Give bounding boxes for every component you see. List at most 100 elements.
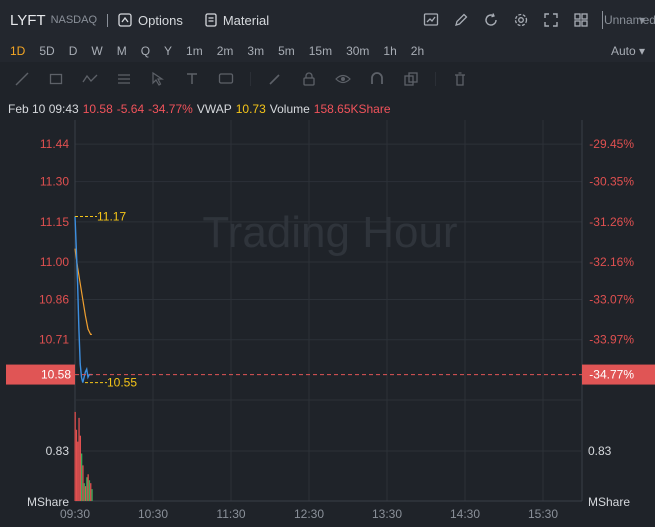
lock-icon[interactable] — [299, 69, 319, 89]
volume-bar — [75, 429, 78, 501]
x-tick-label: 14:30 — [450, 507, 480, 521]
interval-q[interactable]: Q — [141, 44, 150, 58]
y-tick-label: 11.15 — [40, 215, 69, 229]
y-tick-label: 11.30 — [40, 175, 69, 189]
header-toolbar: Unnamed ▾ — [422, 11, 655, 29]
toolbar-divider — [250, 72, 251, 86]
pattern-tool-icon[interactable] — [80, 69, 100, 89]
drawing-toolbar — [0, 64, 655, 94]
cursor-tool-icon[interactable] — [148, 69, 168, 89]
volume-bar — [86, 477, 88, 501]
quote-change-pct: -34.77% — [148, 102, 193, 116]
material-button[interactable]: Material — [205, 13, 269, 28]
y-tick-label: 10.71 — [39, 333, 69, 347]
volume-bar — [91, 489, 93, 501]
x-tick-label: 10:30 — [138, 507, 168, 521]
volume-unit-right: MShare — [588, 495, 630, 509]
volume-bar — [78, 417, 80, 501]
toolbar-divider-2 — [435, 72, 436, 86]
interval-1d[interactable]: 1D — [10, 44, 25, 58]
interval-3m[interactable]: 3m — [247, 44, 264, 58]
x-tick-label: 09:30 — [60, 507, 90, 521]
y-tick-label: 11.00 — [40, 255, 69, 269]
top-header: LYFT NASDAQ Options Material Unnamed ▾ — [0, 0, 655, 40]
line-tool-icon[interactable] — [12, 69, 32, 89]
material-label: Material — [222, 12, 270, 28]
x-tick-label: 12:30 — [294, 507, 324, 521]
volume-bar — [79, 435, 81, 501]
watermark-text: Trading Hour — [202, 208, 457, 257]
low-marker-label: 10.55 — [107, 376, 137, 390]
interval-m[interactable]: M — [117, 44, 127, 58]
plot-area — [75, 120, 582, 515]
brush-tool-icon[interactable] — [265, 69, 285, 89]
volume-bar — [84, 486, 87, 501]
fullscreen-icon[interactable] — [542, 11, 560, 29]
exchange-name: NASDAQ — [50, 14, 98, 26]
layout-grid-icon[interactable] — [572, 11, 590, 29]
interval-d[interactable]: D — [69, 44, 78, 58]
scale-auto-selector[interactable]: Auto ▾ — [611, 44, 645, 58]
x-tick-label: 11:30 — [216, 507, 245, 521]
layout-name: Unnamed — [603, 13, 655, 27]
interval-2m[interactable]: 2m — [217, 44, 234, 58]
volume-bar — [77, 441, 79, 501]
chart-icon[interactable] — [422, 11, 440, 29]
pct-tick-label: -29.45% — [589, 137, 634, 151]
layout-selector[interactable]: Unnamed ▾ — [603, 11, 655, 29]
settings-gear-icon[interactable] — [512, 11, 530, 29]
volume-bar — [82, 465, 84, 501]
interval-5m[interactable]: 5m — [278, 44, 295, 58]
refresh-icon[interactable] — [482, 11, 500, 29]
volume-tick-label: 0.83 — [46, 444, 70, 458]
interval-30m[interactable]: 30m — [346, 44, 369, 58]
interval-w[interactable]: W — [91, 44, 102, 58]
pct-tick-label: -33.97% — [589, 333, 634, 347]
y-tick-label: 10.86 — [39, 293, 69, 307]
x-tick-label: 13:30 — [372, 507, 402, 521]
volume-value: 158.65KShare — [313, 102, 391, 116]
symbol-name[interactable]: LYFT — [10, 12, 46, 29]
volume-label: Volume — [269, 102, 310, 116]
copy-icon[interactable] — [401, 69, 421, 89]
header-divider-2 — [601, 11, 603, 29]
header-divider — [107, 13, 109, 27]
interval-5d[interactable]: 5D — [39, 44, 54, 58]
options-button[interactable]: Options — [118, 13, 183, 28]
quote-date: Feb 10 09:43 — [8, 102, 79, 116]
interval-y[interactable]: Y — [164, 44, 172, 58]
quote-price: 10.58 — [82, 102, 113, 116]
interval-2h[interactable]: 2h — [411, 44, 424, 58]
quote-change: -5.64 — [116, 102, 145, 116]
volume-tick-label-right: 0.83 — [588, 444, 612, 458]
volume-bar — [88, 480, 91, 501]
pct-tick-label: -33.07% — [589, 293, 634, 307]
fibonacci-tool-icon[interactable] — [114, 69, 134, 89]
current-price-label: 10.58 — [41, 368, 71, 382]
vwap-value: 10.73 — [235, 102, 266, 116]
text-tool-icon[interactable] — [182, 69, 202, 89]
edit-icon[interactable] — [452, 11, 470, 29]
eye-icon[interactable] — [333, 69, 353, 89]
interval-1m[interactable]: 1m — [186, 44, 203, 58]
magnet-icon[interactable] — [367, 69, 387, 89]
options-label: Options — [138, 12, 183, 28]
volume-unit-left: MShare — [27, 495, 69, 509]
auto-label: Auto — [610, 44, 636, 58]
pct-tick-label: -32.16% — [589, 255, 634, 269]
pct-tick-label: -31.26% — [589, 215, 634, 229]
volume-bar — [81, 453, 83, 501]
annotation-tool-icon[interactable] — [216, 69, 236, 89]
interval-15m[interactable]: 15m — [309, 44, 332, 58]
options-icon — [118, 13, 132, 27]
price-chart[interactable]: 11.44 -29.45% 11.30 -30.35% 11.15 -31.26% 11.0… — [0, 120, 655, 527]
interval-bar: 1D 5D D W M Q Y 1m 2m 3m 5m 15m 30m 1h 2h Auto ▾ — [0, 40, 655, 62]
rectangle-tool-icon[interactable] — [46, 69, 66, 89]
document-icon — [205, 13, 217, 27]
x-tick-label: 15:30 — [528, 507, 558, 521]
quote-info-line: Feb 10 09:43 10.58 -5.64 -34.77% VWAP 10… — [0, 100, 655, 118]
interval-1h[interactable]: 1h — [383, 44, 396, 58]
trash-icon[interactable] — [450, 69, 470, 89]
volume-bar — [74, 411, 76, 501]
pct-tick-label: -30.35% — [589, 175, 634, 189]
